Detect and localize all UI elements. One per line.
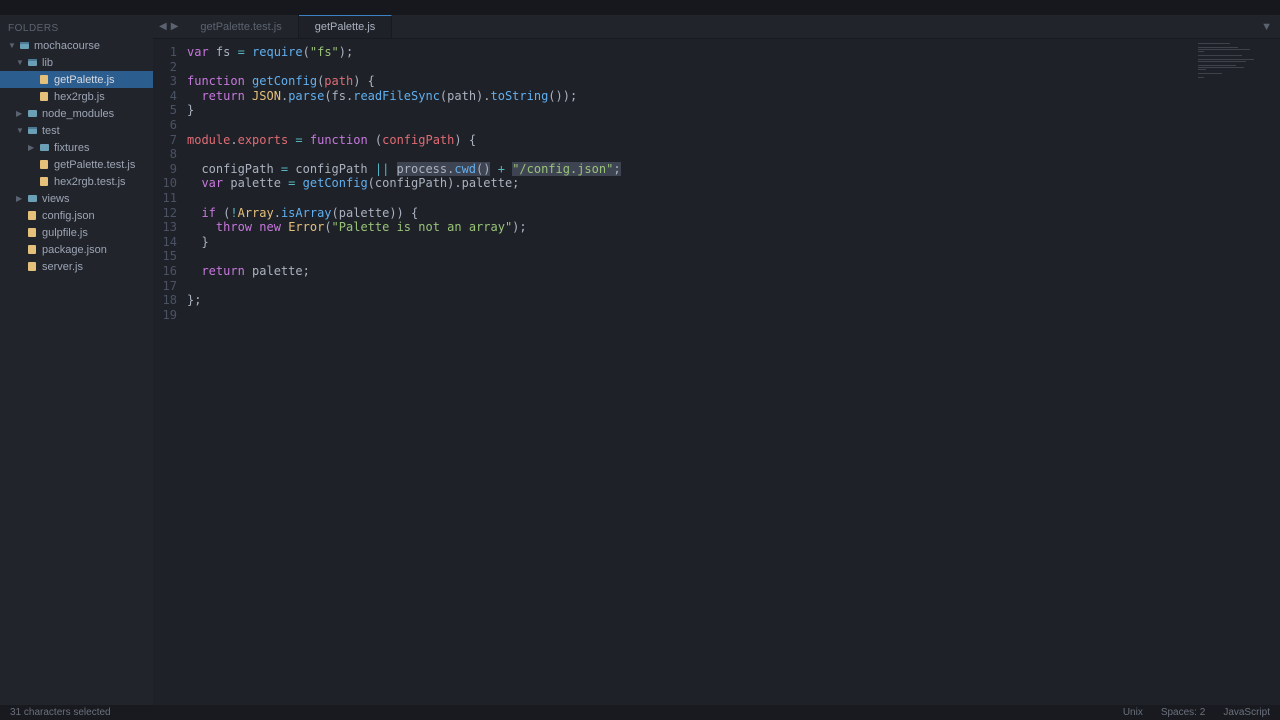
file-icon (38, 74, 50, 86)
tab-getPalette-test-js[interactable]: getPalette.test.js (184, 15, 298, 38)
folder-icon (26, 193, 38, 205)
status-indent[interactable]: Spaces: 2 (1161, 707, 1205, 718)
status-encoding[interactable]: Unix (1123, 707, 1143, 718)
file-icon (38, 159, 50, 171)
tree-item-label: getPalette.test.js (54, 159, 135, 171)
tree-item-getPalette-js[interactable]: getPalette.js (0, 71, 153, 88)
disclosure-arrow-icon[interactable]: ▼ (16, 126, 26, 135)
editor-area: ◀ ▶ getPalette.test.jsgetPalette.js ▼ 12… (153, 15, 1280, 705)
tree-item-label: server.js (42, 261, 83, 273)
folder-icon (18, 40, 30, 52)
disclosure-arrow-icon[interactable]: ▶ (28, 143, 38, 152)
tree-item-label: fixtures (54, 142, 89, 154)
tree-item-label: package.json (42, 244, 107, 256)
file-icon (26, 261, 38, 273)
folder-icon (26, 125, 38, 137)
tree-item-getPalette-test-js[interactable]: getPalette.test.js (0, 156, 153, 173)
code-editor[interactable]: 12345678910111213141516171819 var fs = r… (153, 39, 1280, 705)
tree-item-views[interactable]: ▶ views (0, 190, 153, 207)
file-icon (26, 227, 38, 239)
disclosure-arrow-icon[interactable]: ▼ (16, 58, 26, 67)
tab-overflow-icon[interactable]: ▼ (1253, 15, 1280, 38)
minimap[interactable] (1198, 43, 1278, 103)
tree-item-hex2rgb-test-js[interactable]: hex2rgb.test.js (0, 173, 153, 190)
tree-item-gulpfile-js[interactable]: gulpfile.js (0, 224, 153, 241)
tree-item-fixtures[interactable]: ▶ fixtures (0, 139, 153, 156)
disclosure-arrow-icon[interactable]: ▶ (16, 194, 26, 203)
nav-prev-icon[interactable]: ◀ (159, 21, 167, 32)
tab-bar: ◀ ▶ getPalette.test.jsgetPalette.js ▼ (153, 15, 1280, 39)
tree-item-label: test (42, 125, 60, 137)
tree-item-label: getPalette.js (54, 74, 115, 86)
tree-item-lib[interactable]: ▼ lib (0, 54, 153, 71)
tree-item-label: hex2rgb.js (54, 91, 105, 103)
folder-icon (26, 57, 38, 69)
tree-item-test[interactable]: ▼ test (0, 122, 153, 139)
tree-item-mochacourse[interactable]: ▼ mochacourse (0, 37, 153, 54)
status-bar: 31 characters selected Unix Spaces: 2 Ja… (0, 705, 1280, 720)
tree-item-label: views (42, 193, 70, 205)
file-tree: ▼ mochacourse ▼ libgetPalette.js hex2rgb.js ▶… (0, 37, 153, 275)
tree-item-package-json[interactable]: package.json (0, 241, 153, 258)
window-titlebar (0, 0, 1280, 15)
file-icon (26, 210, 38, 222)
tree-item-node_modules[interactable]: ▶ node_modules (0, 105, 153, 122)
line-gutter: 12345678910111213141516171819 (153, 45, 187, 705)
file-icon (38, 91, 50, 103)
folder-icon (26, 108, 38, 120)
file-icon (26, 244, 38, 256)
disclosure-arrow-icon[interactable]: ▶ (16, 109, 26, 118)
status-selection: 31 characters selected (10, 707, 1123, 718)
nav-next-icon[interactable]: ▶ (171, 21, 179, 32)
sidebar: FOLDERS ▼ mochacourse ▼ libgetPalette.js hex… (0, 15, 153, 705)
tree-item-config-json[interactable]: config.json (0, 207, 153, 224)
tree-item-label: lib (42, 57, 53, 69)
sidebar-header: FOLDERS (0, 20, 153, 37)
tree-item-label: mochacourse (34, 40, 100, 52)
status-language[interactable]: JavaScript (1223, 707, 1270, 718)
tree-item-label: node_modules (42, 108, 114, 120)
tree-item-label: config.json (42, 210, 95, 222)
file-icon (38, 176, 50, 188)
folder-icon (38, 142, 50, 154)
tree-item-server-js[interactable]: server.js (0, 258, 153, 275)
tab-getPalette-js[interactable]: getPalette.js (299, 15, 393, 38)
code-content[interactable]: var fs = require("fs"); function getConf… (187, 45, 1280, 705)
tree-item-label: hex2rgb.test.js (54, 176, 126, 188)
tree-item-label: gulpfile.js (42, 227, 88, 239)
disclosure-arrow-icon[interactable]: ▼ (8, 41, 18, 50)
tree-item-hex2rgb-js[interactable]: hex2rgb.js (0, 88, 153, 105)
